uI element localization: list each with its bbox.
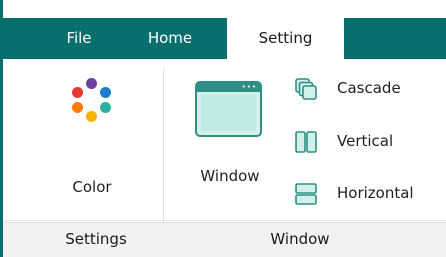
tile-horizontal-icon bbox=[295, 183, 317, 205]
group-label-window: Window bbox=[270, 230, 330, 248]
tab-home[interactable]: Home bbox=[132, 18, 208, 59]
tile-vertical-button[interactable]: Vertical bbox=[290, 128, 446, 158]
tile-vertical-icon bbox=[295, 131, 317, 153]
vertical-label: Vertical bbox=[337, 132, 394, 150]
window-icon: ••• bbox=[195, 81, 262, 137]
color-button-label: Color bbox=[72, 178, 112, 196]
window-button-label: Window bbox=[200, 167, 260, 185]
window-button[interactable]: ••• Window bbox=[181, 76, 279, 228]
color-button[interactable]: Color bbox=[48, 74, 136, 204]
group-label-settings: Settings bbox=[65, 230, 127, 248]
tab-file[interactable]: File bbox=[48, 18, 110, 59]
tab-setting[interactable]: Setting bbox=[227, 18, 344, 63]
color-palette-icon bbox=[66, 74, 118, 134]
ribbon-tab-bar: File Home Setting bbox=[0, 18, 446, 63]
horizontal-label: Horizontal bbox=[337, 184, 414, 202]
tile-horizontal-button[interactable]: Horizontal bbox=[290, 180, 446, 210]
cascade-label: Cascade bbox=[337, 79, 401, 97]
cascade-icon bbox=[295, 78, 317, 100]
cascade-button[interactable]: Cascade bbox=[290, 75, 446, 105]
app-window: File Home Setting Color ••• Window Casca… bbox=[0, 0, 446, 257]
